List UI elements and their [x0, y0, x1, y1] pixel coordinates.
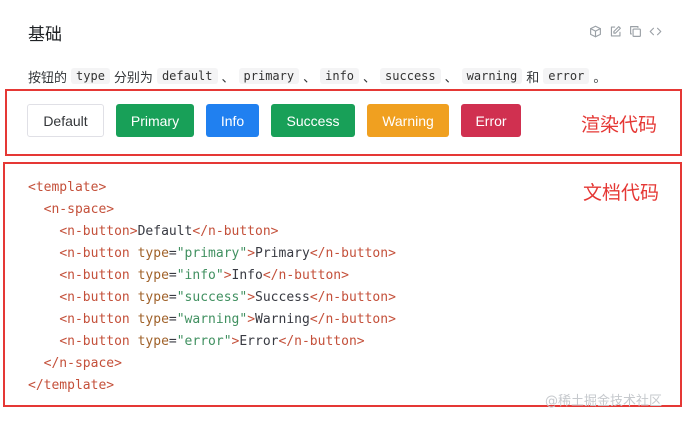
- code-line: <n-button type="warning">Warning</n-butt…: [28, 312, 396, 327]
- demo-card: 基础 按钮的 type 分别为 default 、 primary 、 info…: [0, 0, 690, 422]
- code-text: Warning: [255, 312, 310, 327]
- demo-toolbar: [588, 24, 663, 39]
- separator: 、: [221, 71, 235, 86]
- code-tag: <n-button: [59, 224, 130, 239]
- code-template-open: <template>: [28, 180, 107, 195]
- code-line: <n-button type="primary">Primary</n-butt…: [28, 246, 396, 261]
- separator: 、: [303, 71, 317, 86]
- code-success: success: [380, 68, 441, 84]
- success-button[interactable]: Success: [271, 104, 355, 137]
- code-tag: <n-button: [59, 290, 130, 305]
- code-default: default: [156, 68, 218, 84]
- desc-suffix: 。: [593, 71, 607, 86]
- desc-conjunction: 和: [526, 71, 540, 86]
- code-text: Primary: [255, 246, 310, 261]
- desc-middle: 分别为: [113, 71, 153, 86]
- description: 按钮的 type 分别为 default 、 primary 、 info 、 …: [28, 67, 606, 86]
- code-tag: </n-button>: [309, 290, 396, 305]
- code-info: info: [320, 68, 360, 84]
- code-eq: =: [168, 312, 177, 327]
- cube-icon[interactable]: [588, 24, 603, 39]
- code-attr: type: [137, 312, 169, 327]
- separator: 、: [363, 71, 377, 86]
- code-error: error: [543, 68, 590, 84]
- code-attr: type: [137, 246, 169, 261]
- code-tag: <n-button: [59, 334, 130, 349]
- code-line: <n-button>Default</n-button>: [28, 224, 278, 239]
- code-tag: >: [247, 246, 256, 261]
- code-string: "primary": [176, 246, 248, 261]
- watermark: @稀土掘金技术社区: [545, 394, 663, 409]
- code-tag: >: [223, 268, 232, 283]
- code-text: Error: [239, 334, 279, 349]
- code-primary: primary: [238, 68, 300, 84]
- code-eq: =: [168, 290, 177, 305]
- code-line: <n-button type="success">Success</n-butt…: [28, 290, 396, 305]
- code-tag: <n-button: [59, 246, 130, 261]
- code-space-open: <n-space>: [43, 202, 115, 217]
- desc-prefix: 按钮的: [28, 71, 68, 86]
- separator: 、: [444, 71, 458, 86]
- warning-button[interactable]: Warning: [367, 104, 449, 137]
- info-button[interactable]: Info: [206, 104, 259, 137]
- code-line: <n-button type="error">Error</n-button>: [28, 334, 365, 349]
- code-eq: =: [168, 246, 177, 261]
- render-code-annotation: 渲染代码: [581, 114, 658, 136]
- code-tag: </n-button>: [192, 224, 279, 239]
- code-string: "success": [176, 290, 248, 305]
- code-tag: </n-button>: [309, 246, 396, 261]
- code-tag: >: [129, 224, 138, 239]
- code-eq: =: [168, 334, 177, 349]
- copy-icon[interactable]: [628, 24, 643, 39]
- code-icon[interactable]: [648, 24, 663, 39]
- code-attr: type: [137, 290, 169, 305]
- code-tag: >: [247, 312, 256, 327]
- code-string: "info": [176, 268, 224, 283]
- code-tag: </n-button>: [262, 268, 349, 283]
- code-text: Default: [137, 224, 193, 239]
- code-line: <n-button type="info">Info</n-button>: [28, 268, 349, 283]
- code-text: Success: [255, 290, 310, 305]
- code-warning: warning: [461, 68, 523, 84]
- code-eq: =: [168, 268, 177, 283]
- code-string: "error": [176, 334, 232, 349]
- code-attr: type: [137, 268, 169, 283]
- code-tag: </n-button>: [278, 334, 365, 349]
- primary-button[interactable]: Primary: [116, 104, 194, 137]
- code-string: "warning": [176, 312, 248, 327]
- doc-code-annotation: 文档代码: [583, 182, 660, 204]
- code-attr: type: [137, 334, 169, 349]
- error-button[interactable]: Error: [461, 104, 521, 137]
- default-button[interactable]: Default: [27, 104, 104, 137]
- code-tag: <n-button: [59, 312, 130, 327]
- edit-icon[interactable]: [608, 24, 623, 39]
- code-template-close: </template>: [28, 378, 115, 393]
- code-block: <template> <n-space> <n-button>Default</…: [28, 177, 396, 397]
- section-title: 基础: [28, 25, 62, 45]
- code-space-close: </n-space>: [43, 356, 122, 371]
- code-text: Info: [231, 268, 263, 283]
- code-tag: >: [247, 290, 256, 305]
- code-tag: </n-button>: [309, 312, 396, 327]
- code-type: type: [71, 68, 110, 84]
- code-tag: <n-button: [59, 268, 130, 283]
- button-row: Default Primary Info Success Warning Err…: [27, 104, 521, 137]
